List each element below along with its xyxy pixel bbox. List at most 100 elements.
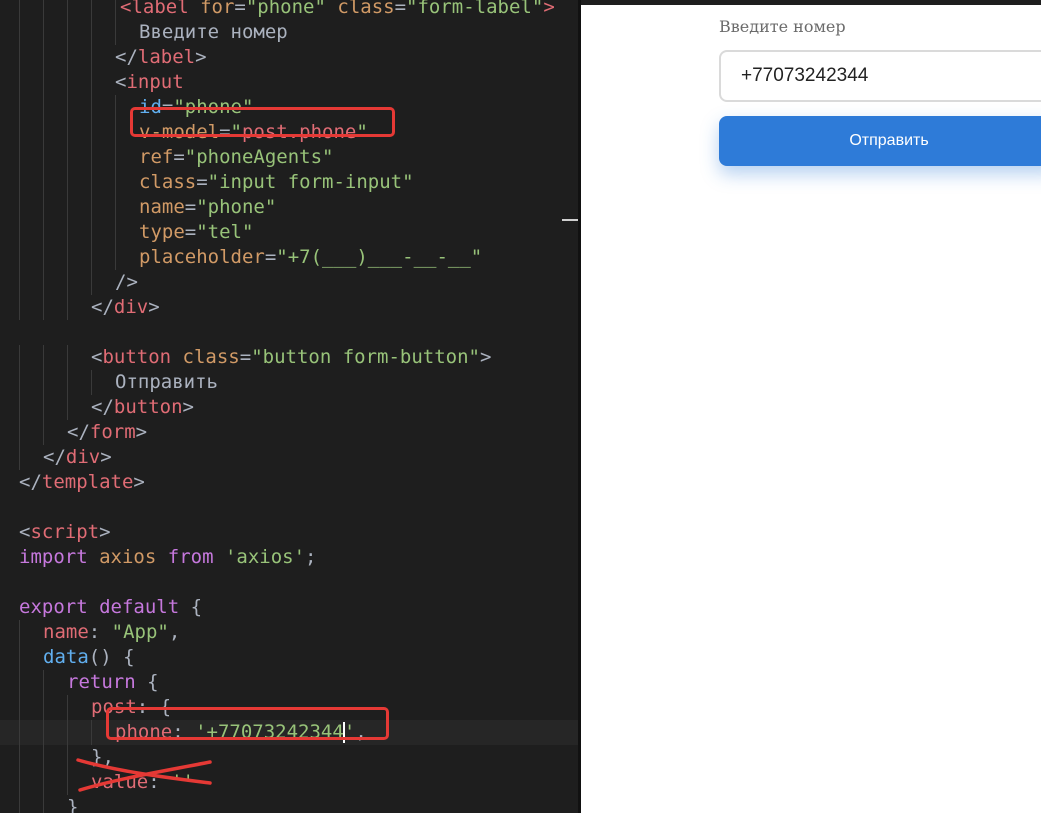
code-token: , [168, 621, 181, 643]
code-line[interactable]: <label for="phone" class="form-label"> [0, 0, 578, 20]
code-line[interactable]: data() { [0, 645, 578, 670]
code-line[interactable]: class="input form-input" [0, 170, 578, 195]
code-line[interactable]: <input [0, 70, 578, 95]
indent-guide [115, 170, 116, 195]
code-editor[interactable]: <label for="phone" class="form-label"> Вв… [0, 0, 578, 813]
code-token: Введите номер [139, 21, 288, 43]
submit-button[interactable]: Отправить [719, 116, 1041, 166]
code-token: ref [139, 146, 174, 168]
code-token: }, [91, 746, 114, 768]
code-token: < [91, 346, 103, 368]
code-token: </ [43, 446, 66, 468]
code-token: { [135, 671, 159, 693]
code-line[interactable] [0, 495, 578, 520]
code-line[interactable]: ref="phoneAgents" [0, 145, 578, 170]
code-line[interactable]: </div> [0, 295, 578, 320]
code-line[interactable]: value: '' [0, 770, 578, 795]
code-text: value: '' [91, 770, 194, 795]
indent-guide [91, 95, 92, 120]
code-token: </ [91, 396, 114, 418]
code-token: export [19, 596, 88, 618]
code-token: () { [88, 646, 135, 668]
code-line[interactable]: </template> [0, 470, 578, 495]
indent-guide [19, 370, 20, 395]
indent-guide [91, 0, 92, 20]
code-line[interactable]: } [0, 795, 578, 813]
code-token: from [167, 546, 214, 568]
code-token: div [113, 296, 149, 318]
indent-guide [67, 45, 68, 70]
code-token: </ [19, 471, 42, 493]
indent-guide [43, 345, 44, 370]
code-token: > [195, 46, 207, 68]
code-text: </button> [91, 395, 194, 420]
code-token: = [264, 246, 277, 268]
indent-guide [91, 170, 92, 195]
code-text: </label> [115, 45, 207, 70]
code-text: type="tel" [139, 220, 253, 245]
code-text: return { [67, 670, 159, 695]
indent-guide [19, 720, 20, 745]
code-text: }, [91, 745, 114, 770]
indent-guide [19, 770, 20, 795]
code-line[interactable]: name="phone" [0, 195, 578, 220]
indent-guide [19, 345, 20, 370]
code-line[interactable] [0, 320, 578, 345]
code-token: "+7(___)___-__-__" [276, 246, 483, 268]
code-line[interactable]: placeholder="+7(___)___-__-__" [0, 245, 578, 270]
code-token: script [30, 521, 100, 543]
code-token: Отправить [115, 371, 218, 393]
code-line[interactable]: <script> [0, 520, 578, 545]
code-token: = [184, 221, 197, 243]
code-line[interactable] [0, 570, 578, 595]
code-text: /> [115, 270, 138, 295]
code-line[interactable]: /> [0, 270, 578, 295]
indent-guide [19, 620, 20, 645]
indent-guide [19, 70, 20, 95]
indent-guide [67, 695, 68, 720]
indent-guide [43, 720, 44, 745]
indent-guide [67, 170, 68, 195]
indent-guide [19, 645, 20, 670]
code-line[interactable]: import axios from 'axios'; [0, 545, 578, 570]
code-line[interactable]: <button class="button form-button"> [0, 345, 578, 370]
code-token: for [200, 0, 235, 18]
code-line[interactable]: return { [0, 670, 578, 695]
indent-guide [19, 170, 20, 195]
code-line[interactable]: </form> [0, 420, 578, 445]
indent-guide [19, 420, 20, 445]
indent-guide [19, 120, 20, 145]
code-line[interactable]: type="tel" [0, 220, 578, 245]
code-text: <label for="phone" class="form-label"> [120, 0, 555, 20]
code-token: default [99, 596, 180, 618]
phone-input[interactable] [719, 50, 1041, 102]
code-token: class [337, 0, 395, 18]
code-line[interactable]: </div> [0, 445, 578, 470]
code-line[interactable]: export default { [0, 595, 578, 620]
code-line[interactable]: </label> [0, 45, 578, 70]
code-token: = [184, 196, 197, 218]
indent-guide [43, 395, 44, 420]
code-line[interactable]: Введите номер [0, 20, 578, 45]
indent-guide [91, 45, 92, 70]
code-token: </ [115, 46, 138, 68]
code-line[interactable]: Отправить [0, 370, 578, 395]
code-text: </template> [19, 470, 145, 495]
code-token: > [99, 521, 111, 543]
code-token: "button form-button" [251, 346, 480, 368]
indent-guide [19, 445, 20, 470]
code-line[interactable]: name: "App", [0, 620, 578, 645]
code-token: value [91, 771, 149, 793]
code-token: button [102, 346, 172, 368]
indent-guide [19, 295, 20, 320]
browser-preview: Введите номер Отправить [581, 5, 1041, 813]
code-token: "input form-input" [207, 171, 414, 193]
code-line[interactable]: </button> [0, 395, 578, 420]
code-token: > [543, 0, 555, 18]
code-line[interactable]: }, [0, 745, 578, 770]
code-token: </ [91, 296, 114, 318]
code-token: name [139, 196, 185, 218]
indent-guide [67, 70, 68, 95]
